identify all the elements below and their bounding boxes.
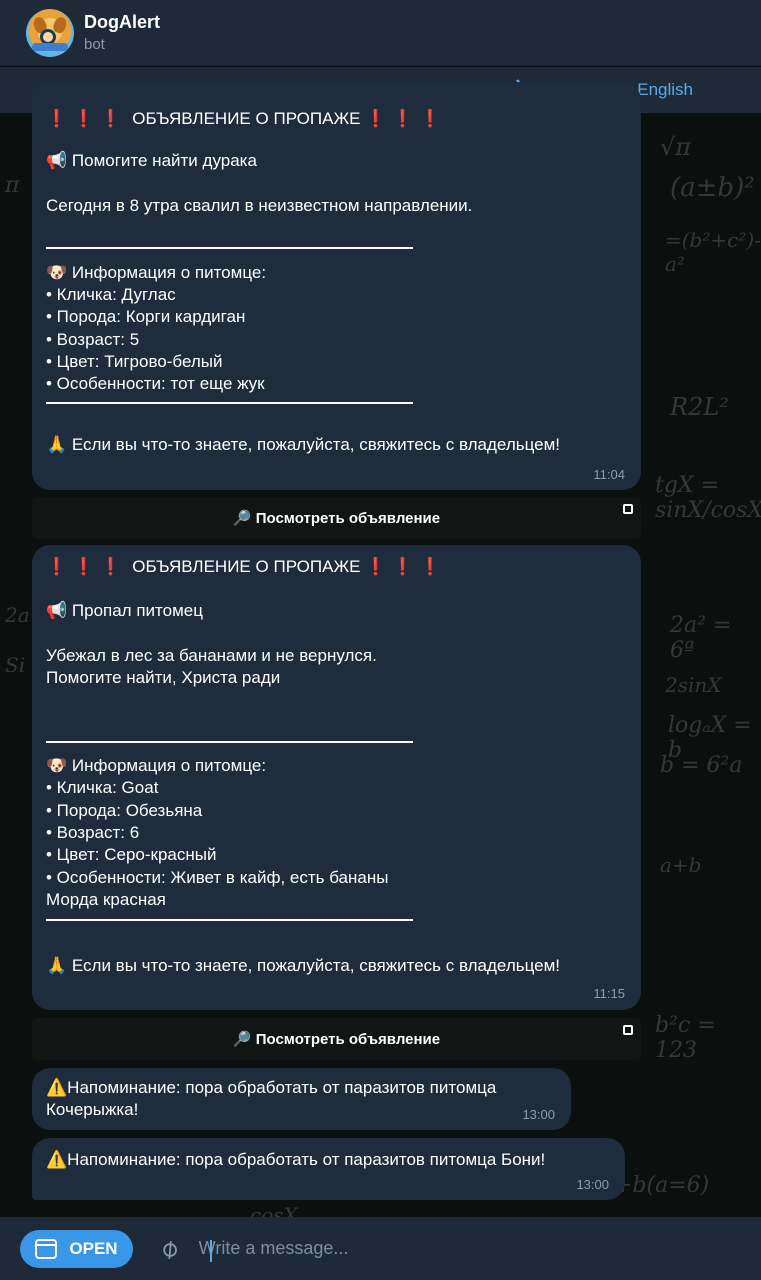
exclamation-icon: ❗	[100, 109, 122, 128]
message-description: Убежал в лес за бананами и не вернулся.	[46, 645, 377, 665]
message-time: 13:00	[522, 1107, 555, 1122]
background-doodle: √π	[660, 133, 692, 161]
exclamation-icon: ❗	[46, 109, 68, 128]
info-line: • Особенности: тот еще жук	[46, 374, 265, 394]
info-line: • Особенности: Живет в кайф, есть бананы	[46, 867, 389, 887]
exclamation-icon: ❗	[73, 109, 95, 128]
info-line: • Цвет: Тигрово-белый	[46, 352, 223, 372]
chat-subtitle: bot	[84, 35, 105, 53]
background-doodle: 2a² = 6ª	[670, 613, 732, 663]
chat-header[interactable]: DogAlert bot	[0, 0, 761, 66]
open-app-button[interactable]: OPEN	[20, 1229, 133, 1268]
message-bubble[interactable]: ❗ ❗ ❗ ОБЪЯВЛЕНИЕ О ПРОПАЖЕ ❗ ❗ ❗ 📢 Помогите …	[32, 82, 641, 490]
chat-title-box[interactable]: DogAlert bot	[84, 11, 160, 55]
view-listing-button[interactable]: 🔎 Посмотреть объявление	[32, 497, 641, 539]
info-line: • Порода: Обезьяна	[46, 800, 203, 820]
background-doodle: 2sinX	[665, 673, 722, 697]
message-time: 11:04	[593, 467, 625, 482]
exclamation-icon: ❗	[365, 109, 387, 128]
message-description: Помогите найти, Христа ради	[46, 667, 281, 687]
view-listing-label: 🔎 Посмотреть объявление	[232, 510, 441, 527]
text-caret	[210, 1240, 212, 1262]
reminder-text: ⚠️Напоминание: пора обработать от парази…	[46, 1078, 497, 1097]
exclamation-icon: ❗	[392, 557, 414, 576]
message-footer: 🙏 Если вы что-то знаете, пожалуйста, свя…	[46, 434, 561, 454]
info-title: 🐶 Информация о питомце:	[46, 262, 267, 282]
background-doodle: (a±b)²	[670, 173, 755, 203]
paperclip-icon[interactable]: ⌀	[153, 1232, 185, 1266]
info-line: Морда красная	[46, 889, 166, 909]
message-headline: 📢 Пропал питомец	[46, 601, 203, 621]
background-doodle: a+b	[660, 853, 702, 877]
exclamation-icon: ❗	[46, 557, 68, 576]
info-title: 🐶 Информация о питомце:	[46, 756, 267, 776]
info-line: • Порода: Корги кардиган	[46, 307, 246, 327]
message-footer: 🙏 Если вы что-то знаете, пожалуйста, свя…	[46, 956, 561, 976]
message-top-line: ❗ ❗ ❗ ОБЪЯВЛЕНИЕ О ПРОПАЖЕ ❗ ❗ ❗	[46, 109, 441, 128]
exclamation-icon: ❗	[419, 557, 441, 576]
open-link-icon	[623, 1025, 633, 1035]
chat-title: DogAlert	[84, 11, 160, 32]
background-doodle: Si	[5, 653, 26, 677]
message-time: 11:15	[593, 986, 625, 1001]
view-listing-button[interactable]: 🔎 Посмотреть объявление	[32, 1018, 641, 1060]
background-doodle: tgX = sinX/cosX	[655, 473, 761, 523]
background-doodle: =(b²+c²)-a²	[665, 228, 761, 276]
view-listing-label: 🔎 Посмотреть объявление	[232, 1031, 441, 1048]
open-link-icon	[623, 504, 633, 514]
message-time: 13:00	[576, 1177, 609, 1192]
window-icon	[35, 1238, 58, 1259]
open-app-label: OPEN	[69, 1238, 118, 1258]
exclamation-icon: ❗	[73, 557, 95, 576]
background-doodle: R2L²	[670, 393, 729, 421]
background-doodle: cosX	[250, 1203, 298, 1217]
avatar-band	[32, 42, 68, 51]
background-doodle: 2a	[5, 603, 30, 627]
background-doodle: π	[5, 173, 20, 198]
message-top-line: ❗ ❗ ❗ ОБЪЯВЛЕНИЕ О ПРОПАЖЕ ❗ ❗ ❗	[46, 557, 441, 576]
info-line: • Кличка: Goat	[46, 778, 159, 798]
reminder-text: Кочерыжка!	[46, 1100, 139, 1120]
info-line: • Кличка: Дуглас	[46, 285, 176, 305]
info-line: • Возраст: 5	[46, 329, 140, 349]
message-composer[interactable]: OPEN ⌀	[0, 1217, 761, 1280]
message-headline: 📢 Помогите найти дурака	[46, 151, 257, 171]
exclamation-icon: ❗	[419, 109, 441, 128]
reminder-text: ⚠️Напоминание: пора обработать от парази…	[46, 1150, 546, 1169]
bot-avatar[interactable]	[26, 8, 74, 57]
exclamation-icon: ❗	[392, 109, 414, 128]
info-line: • Цвет: Серо-красный	[46, 845, 217, 865]
reminder-bubble[interactable]: ⚠️Напоминание: пора обработать от парази…	[32, 1138, 625, 1200]
background-doodle: b²c = 123	[655, 1013, 716, 1063]
message-input[interactable]	[198, 1238, 699, 1259]
background-doodle: b = 6²a	[660, 753, 743, 778]
reminder-bubble[interactable]: ⚠️Напоминание: пора обработать от парази…	[32, 1068, 571, 1130]
exclamation-icon: ❗	[365, 557, 387, 576]
info-line: • Возраст: 6	[46, 823, 140, 843]
exclamation-icon: ❗	[100, 557, 122, 576]
message-bubble[interactable]: ❗ ❗ ❗ ОБЪЯВЛЕНИЕ О ПРОПАЖЕ ❗ ❗ ❗ 📢 Пропал пи…	[32, 545, 641, 1010]
message-description: Сегодня в 8 утра свалил в неизвестном на…	[46, 195, 473, 215]
